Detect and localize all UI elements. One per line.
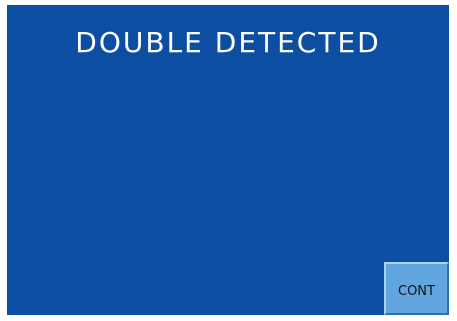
- continue-button[interactable]: CONT: [384, 262, 449, 315]
- alert-screen: DOUBLE DETECTED CONT: [7, 5, 449, 315]
- alert-title: DOUBLE DETECTED: [75, 26, 381, 59]
- display-frame: DOUBLE DETECTED CONT: [0, 0, 457, 321]
